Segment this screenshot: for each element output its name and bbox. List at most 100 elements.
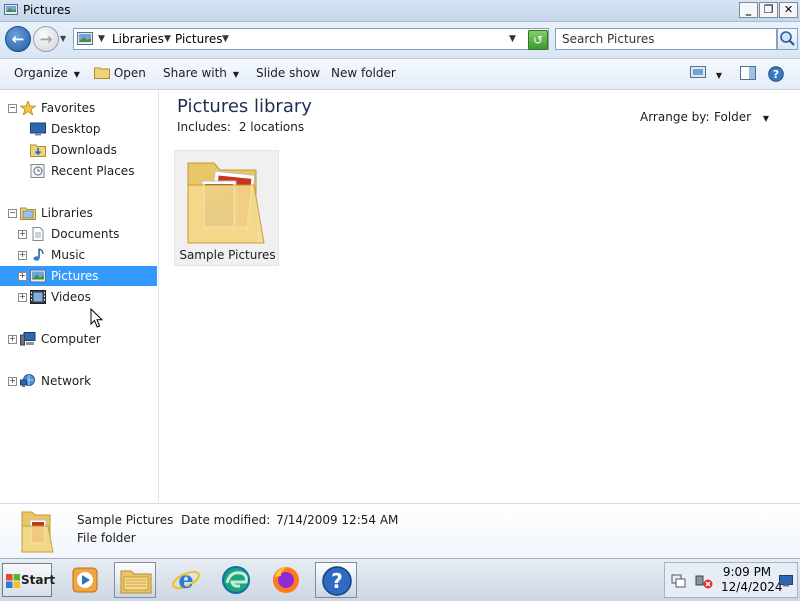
nav-recent-places[interactable]: Recent Places xyxy=(0,161,158,181)
view-dropdown-icon: ▼ xyxy=(715,71,722,80)
arrange-by-dropdown[interactable]: Folder ▼ xyxy=(714,110,769,124)
nav-downloads[interactable]: Downloads xyxy=(0,140,158,160)
nav-downloads-label: Downloads xyxy=(51,143,117,157)
nav-music[interactable]: + Music xyxy=(0,245,158,265)
includes-label: Includes: xyxy=(177,120,231,134)
taskbar-firefox[interactable] xyxy=(265,562,307,598)
slide-show-button[interactable]: Slide show xyxy=(256,66,320,80)
taskbar-media-player[interactable] xyxy=(64,562,106,598)
network-disconnected-icon[interactable] xyxy=(695,572,713,590)
organize-label: Organize xyxy=(14,66,68,80)
edge-icon xyxy=(222,566,250,594)
start-label: Start xyxy=(21,573,56,587)
taskbar-edge[interactable] xyxy=(215,562,257,598)
show-desktop-icon[interactable] xyxy=(779,575,793,587)
share-with-button[interactable]: Share with ▼ xyxy=(163,66,239,80)
open-folder-icon xyxy=(94,67,110,79)
address-bar[interactable]: ▼ Libraries ▼ Pictures ▼ ▼ xyxy=(73,28,549,50)
expand-icon[interactable]: + xyxy=(8,377,17,386)
view-icon xyxy=(690,66,706,78)
expand-icon[interactable]: + xyxy=(18,293,27,302)
title-bar: Pictures _ ❐ ✕ xyxy=(0,0,800,22)
preview-pane-button[interactable] xyxy=(740,66,756,83)
expand-icon[interactable]: + xyxy=(18,272,27,281)
arrange-by-label: Arrange by: xyxy=(640,110,710,124)
new-folder-button[interactable]: New folder xyxy=(331,66,396,80)
nav-libraries[interactable]: − Libraries xyxy=(0,203,158,223)
breadcrumb-pictures[interactable]: Pictures xyxy=(175,32,223,46)
folder-item-sample-pictures[interactable]: Sample Pictures xyxy=(174,150,279,266)
action-center-icon[interactable] xyxy=(671,573,687,589)
recent-pages-dropdown[interactable]: ▼ xyxy=(60,34,66,43)
help-button[interactable]: ? xyxy=(768,66,784,85)
organize-dropdown-icon: ▼ xyxy=(73,70,80,79)
svg-text:?: ? xyxy=(773,68,779,81)
expand-icon[interactable]: + xyxy=(18,251,27,260)
forward-button[interactable]: → xyxy=(33,26,59,52)
sample-pictures-folder-icon xyxy=(187,162,265,244)
system-tray: 9:09 PM 12/4/2024 xyxy=(664,562,798,598)
breadcrumb-libraries-arrow[interactable]: ▼ xyxy=(164,34,171,44)
search-icon xyxy=(780,31,795,46)
taskbar-windows-explorer[interactable] xyxy=(114,562,156,598)
nav-desktop-label: Desktop xyxy=(51,122,101,136)
details-item-name: Sample Pictures xyxy=(77,513,174,527)
details-item-info: Sample Pictures Date modified: 7/14/2009… xyxy=(77,513,398,527)
nav-documents[interactable]: + Documents xyxy=(0,224,158,244)
nav-computer[interactable]: + Computer xyxy=(0,329,158,349)
search-input[interactable]: Search Pictures xyxy=(555,28,777,50)
start-button[interactable]: Start xyxy=(2,563,56,597)
preview-pane-icon xyxy=(740,66,756,80)
refresh-button[interactable]: ↺ xyxy=(528,30,548,50)
desktop-icon xyxy=(30,122,46,136)
documents-icon xyxy=(32,227,44,241)
close-button[interactable]: ✕ xyxy=(779,2,798,18)
details-folder-icon xyxy=(21,511,54,553)
library-includes: Includes: 2 locations xyxy=(177,120,304,134)
svg-text:?: ? xyxy=(331,569,343,593)
nav-favorites[interactable]: − Favorites xyxy=(0,98,158,118)
details-pane: Sample Pictures Date modified: 7/14/2009… xyxy=(0,503,800,558)
taskbar-internet-explorer[interactable]: e xyxy=(165,562,207,598)
breadcrumb-libraries[interactable]: Libraries xyxy=(112,32,164,46)
breadcrumb-pictures-arrow[interactable]: ▼ xyxy=(222,34,229,44)
nav-network-label: Network xyxy=(41,374,92,388)
command-bar: Organize ▼ Open Share with ▼ Slide show Ne… xyxy=(0,59,800,90)
nav-documents-label: Documents xyxy=(51,227,120,241)
nav-desktop[interactable]: Desktop xyxy=(0,119,158,139)
clock[interactable]: 9:09 PM 12/4/2024 xyxy=(721,565,783,595)
breadcrumb-root-arrow[interactable]: ▼ xyxy=(98,34,105,44)
expand-icon[interactable]: + xyxy=(8,335,17,344)
help-icon: ? xyxy=(768,66,784,82)
collapse-icon[interactable]: − xyxy=(8,209,17,218)
minimize-button[interactable]: _ xyxy=(739,2,758,18)
taskbar-help[interactable]: ? xyxy=(315,562,357,598)
nav-favorites-label: Favorites xyxy=(41,101,96,115)
firefox-icon xyxy=(273,567,299,593)
details-date-label: Date modified: xyxy=(181,513,271,527)
music-icon xyxy=(33,248,44,261)
nav-pictures[interactable]: + Pictures xyxy=(0,266,157,286)
videos-icon xyxy=(30,290,46,304)
nav-network[interactable]: + Network xyxy=(0,371,158,391)
collapse-icon[interactable]: − xyxy=(8,104,17,113)
nav-videos-label: Videos xyxy=(51,290,91,304)
restore-button[interactable]: ❐ xyxy=(759,2,778,18)
nav-videos[interactable]: + Videos xyxy=(0,287,158,307)
includes-locations-link[interactable]: 2 locations xyxy=(239,120,304,134)
nav-computer-label: Computer xyxy=(41,332,101,346)
navigation-pane: − Favorites Desktop Downloads Recent Pla… xyxy=(0,90,159,502)
address-row: ← → ▼ ▼ Libraries ▼ Pictures ▼ ▼ Search … xyxy=(0,22,800,59)
arrange-dropdown-icon: ▼ xyxy=(762,114,770,123)
address-history-dropdown[interactable]: ▼ xyxy=(509,34,516,44)
details-item-type: File folder xyxy=(77,531,136,545)
organize-button[interactable]: Organize ▼ xyxy=(14,66,80,80)
back-button[interactable]: ← xyxy=(5,26,31,52)
details-date-value: 7/14/2009 12:54 AM xyxy=(276,513,399,527)
change-view-button[interactable]: ▼ xyxy=(690,66,722,81)
search-button[interactable] xyxy=(777,28,798,50)
open-button[interactable]: Open xyxy=(94,66,146,80)
mouse-cursor-icon xyxy=(90,308,104,328)
expand-icon[interactable]: + xyxy=(18,230,27,239)
nav-music-label: Music xyxy=(51,248,86,262)
